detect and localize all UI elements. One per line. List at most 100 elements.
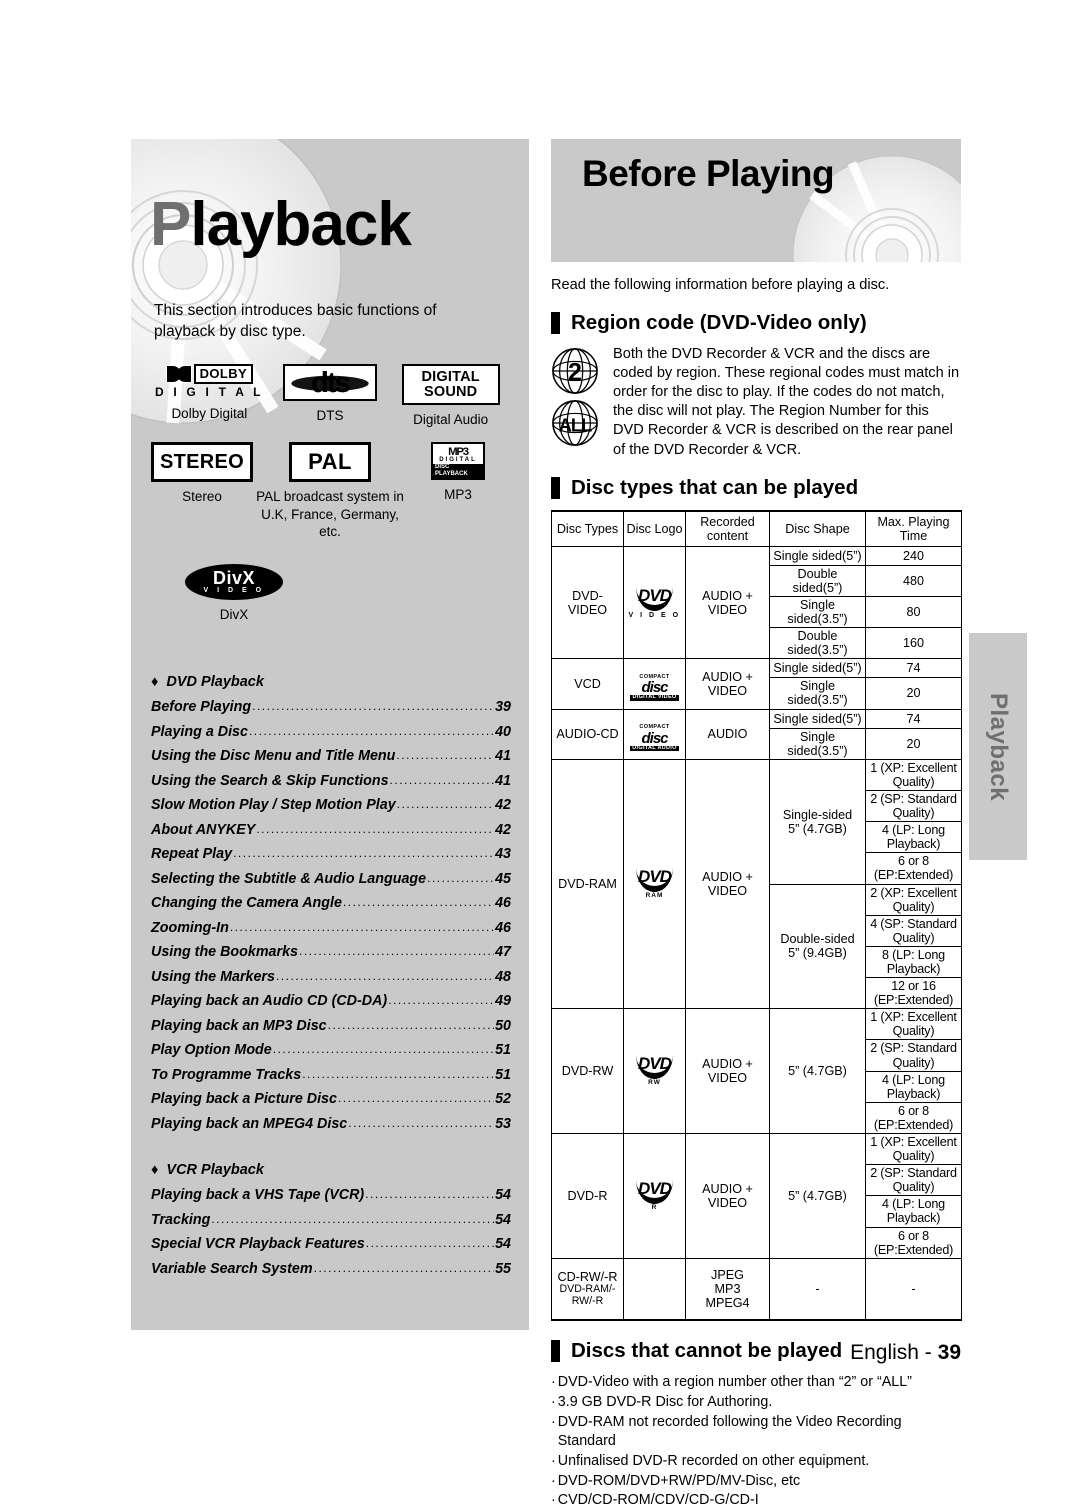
- dolby-double-d-icon: [165, 365, 192, 383]
- toc-entry[interactable]: Play Option Mode........................…: [151, 1042, 511, 1058]
- bullet-icon: ·: [551, 1413, 556, 1430]
- svg-text:MP3: MP3: [448, 446, 469, 457]
- table-row: CD-RW/-R DVD-RAM/-RW/-R JPEG MP3 MPEG4 -…: [551, 1257, 962, 1322]
- toc-leader-dots: ........................................…: [211, 1211, 494, 1226]
- cell-playing-time: 6 or 8 (EP:Extended): [865, 1101, 962, 1135]
- cell-playing-time: 80: [865, 595, 962, 629]
- toc-group-label: DVD Playback: [166, 674, 264, 690]
- toc-leader-dots: ........................................…: [229, 919, 494, 934]
- cell-disc-shape: Single sided(5”): [769, 658, 866, 679]
- toc-entry[interactable]: Repeat Play.............................…: [151, 846, 511, 862]
- toc-group-label: VCR Playback: [166, 1162, 264, 1178]
- cell-playing-time: 160: [865, 627, 962, 660]
- stereo-word: STEREO: [159, 450, 245, 473]
- content-line-1: JPEG: [711, 1267, 744, 1282]
- cell-disc-shape: Double-sided 5” (9.4GB): [769, 883, 866, 1010]
- toc-leader-dots: ........................................…: [427, 870, 494, 885]
- cell-disc-logo: DVD RW: [623, 1008, 686, 1134]
- cell-playing-time: 1 (XP: Excellent Quality): [865, 1008, 962, 1041]
- toc-entry-label: Using the Bookmarks: [151, 944, 298, 960]
- dvd-logo-sub: V I D E O: [628, 611, 681, 619]
- toc-entry[interactable]: Changing the Camera Angle...............…: [151, 895, 511, 911]
- cell-playing-time: 20: [865, 727, 962, 760]
- cell-disc-shape: -: [769, 1257, 866, 1322]
- cell-disc-logo: DVD V I D E O: [623, 545, 686, 660]
- table-row: DVD-RAM DVD RAM AUDIO + VIDEO Single-sid…: [551, 758, 962, 1010]
- region-all-globe-icon: ALL: [552, 400, 598, 446]
- content-line-2: MP3: [714, 1281, 741, 1296]
- toc-entry[interactable]: About ANYKEY............................…: [151, 822, 511, 838]
- toc-entry[interactable]: Playing back an MPEG4 Disc..............…: [151, 1116, 511, 1132]
- toc-entry[interactable]: Special VCR Playback Features...........…: [151, 1236, 511, 1252]
- toc-entry[interactable]: Using the Bookmarks.....................…: [151, 944, 511, 960]
- divx-icon: DivX V I D E O: [185, 564, 283, 601]
- bullet-icon: ·: [551, 1452, 556, 1469]
- toc-entry[interactable]: Playing a Disc..........................…: [151, 724, 511, 740]
- toc-entry-label: Changing the Camera Angle: [151, 895, 342, 911]
- dvd-logo-word: DVD: [636, 587, 673, 611]
- cell-playing-time: 20: [865, 677, 962, 710]
- section-banner: Before Playing: [551, 139, 961, 262]
- table-row: VCD COMPACT disc DIGITAL VIDEO AUDIO + V…: [551, 658, 962, 710]
- toc-entry[interactable]: To Programme Tracks.....................…: [151, 1067, 511, 1083]
- dolby-digital-icon: DOLBY D I G I T A L: [155, 364, 264, 399]
- pal-icon: PAL: [289, 442, 371, 483]
- toc-entry[interactable]: Before Playing..........................…: [151, 699, 511, 715]
- toc-entry-page: 51: [495, 1066, 511, 1083]
- cell-disc-type: DVD-RAM: [551, 758, 624, 1010]
- lead-paragraph: Read the following information before pl…: [551, 277, 890, 293]
- cell-playing-time: 1 (XP: Excellent Quality): [865, 1132, 962, 1166]
- logo-cell-pal: PAL PAL broadcast system in U.K, France,…: [255, 442, 405, 540]
- toc-entry[interactable]: Using the Markers.......................…: [151, 969, 511, 985]
- dts-glyph: dts dts: [291, 368, 369, 397]
- toc-entry[interactable]: Playing back an Audio CD (CD-DA)........…: [151, 993, 511, 1009]
- list-item-text: Unfinalised DVD-R recorded on other equi…: [557, 1452, 870, 1469]
- toc-entry-page: 42: [495, 797, 511, 813]
- logo-caption-divx: DivX: [219, 607, 249, 623]
- section-heading-region-code-label: Region code (DVD-Video only): [571, 310, 867, 334]
- toc-entry-label: Selecting the Subtitle & Audio Language: [151, 870, 427, 887]
- chapter-intro-panel: Playback This section introduces basic f…: [131, 139, 529, 1330]
- toc-entry[interactable]: Using the Search & Skip Functions.......…: [151, 773, 511, 789]
- toc-entry[interactable]: Tracking................................…: [151, 1212, 511, 1228]
- diamond-bullet-icon: ♦: [151, 674, 159, 690]
- side-tab-playback: Playback: [969, 633, 1027, 860]
- toc-entry[interactable]: Zooming-In..............................…: [151, 920, 511, 936]
- toc-entry[interactable]: Selecting the Subtitle & Audio Language.…: [151, 871, 511, 887]
- region-code-block: 2 ALL Both the DVD Recorder & VCR and th…: [551, 345, 961, 460]
- list-item-text: CVD/CD-ROM/CDV/CD-G/CD-I: [557, 1492, 759, 1509]
- table-row: DVD-RW DVD RW AUDIO + VIDEO 5” (4.7GB) 1…: [551, 1008, 962, 1134]
- list-item: · DVD-ROM/DVD+RW/PD/MV-Disc, etc: [551, 1472, 961, 1491]
- cd-logo-word: disc: [641, 729, 668, 747]
- bullet-icon: ·: [551, 1492, 556, 1509]
- toc-entry-page: 40: [495, 723, 511, 740]
- dolby-digital-word: D I G I T A L: [154, 385, 264, 399]
- cell-disc-shape: Single sided(3.5”): [769, 677, 866, 710]
- toc-entry-label: To Programme Tracks: [151, 1066, 302, 1083]
- shape-line-2: 5” (9.4GB): [788, 946, 847, 961]
- toc-entry[interactable]: Using the Disc Menu and Title Menu......…: [151, 748, 511, 764]
- mp3-icon: MP3 DIGITAL DISC PLAYBACK: [431, 442, 485, 481]
- bullet-icon: ·: [551, 1394, 556, 1411]
- toc-entry[interactable]: Slow Motion Play / Step Motion Play.....…: [151, 797, 511, 813]
- bullet-icon: ·: [551, 1472, 556, 1489]
- toc-group-title: ♦ VCR Playback: [151, 1162, 511, 1178]
- toc-leader-dots: ........................................…: [365, 1187, 495, 1201]
- toc-entry-page: 52: [495, 1091, 511, 1107]
- col-disc-shape: Disc Shape: [769, 509, 866, 547]
- cell-disc-type: DVD-VIDEO: [551, 545, 624, 660]
- toc-leader-dots: ........................................…: [256, 821, 494, 836]
- toc-entry[interactable]: Playing back a VHS Tape (VCR)...........…: [151, 1187, 511, 1203]
- logo-cell-dts: dts dts DTS: [270, 364, 391, 428]
- table-header-row: Disc Types Disc Logo Recorded content Di…: [551, 509, 962, 547]
- toc-entry[interactable]: Playing back a Picture Disc.............…: [151, 1091, 511, 1107]
- toc-entry[interactable]: Variable Search System..................…: [151, 1261, 511, 1277]
- toc-entry-label: Zooming-In: [151, 919, 229, 936]
- compact-disc-video-logo-icon: COMPACT disc DIGITAL VIDEO: [630, 674, 679, 701]
- cell-playing-time: 4 (SP: Standard Quality): [865, 914, 962, 947]
- toc-entry[interactable]: Playing back an MP3 Disc................…: [151, 1018, 511, 1034]
- section-heading-disc-types: Disc types that can be played: [551, 476, 961, 500]
- list-item: · 3.9 GB DVD-R Disc for Authoring.: [551, 1393, 961, 1412]
- dts-icon: dts dts: [283, 364, 377, 401]
- toc-leader-dots: ........................................…: [365, 1236, 495, 1250]
